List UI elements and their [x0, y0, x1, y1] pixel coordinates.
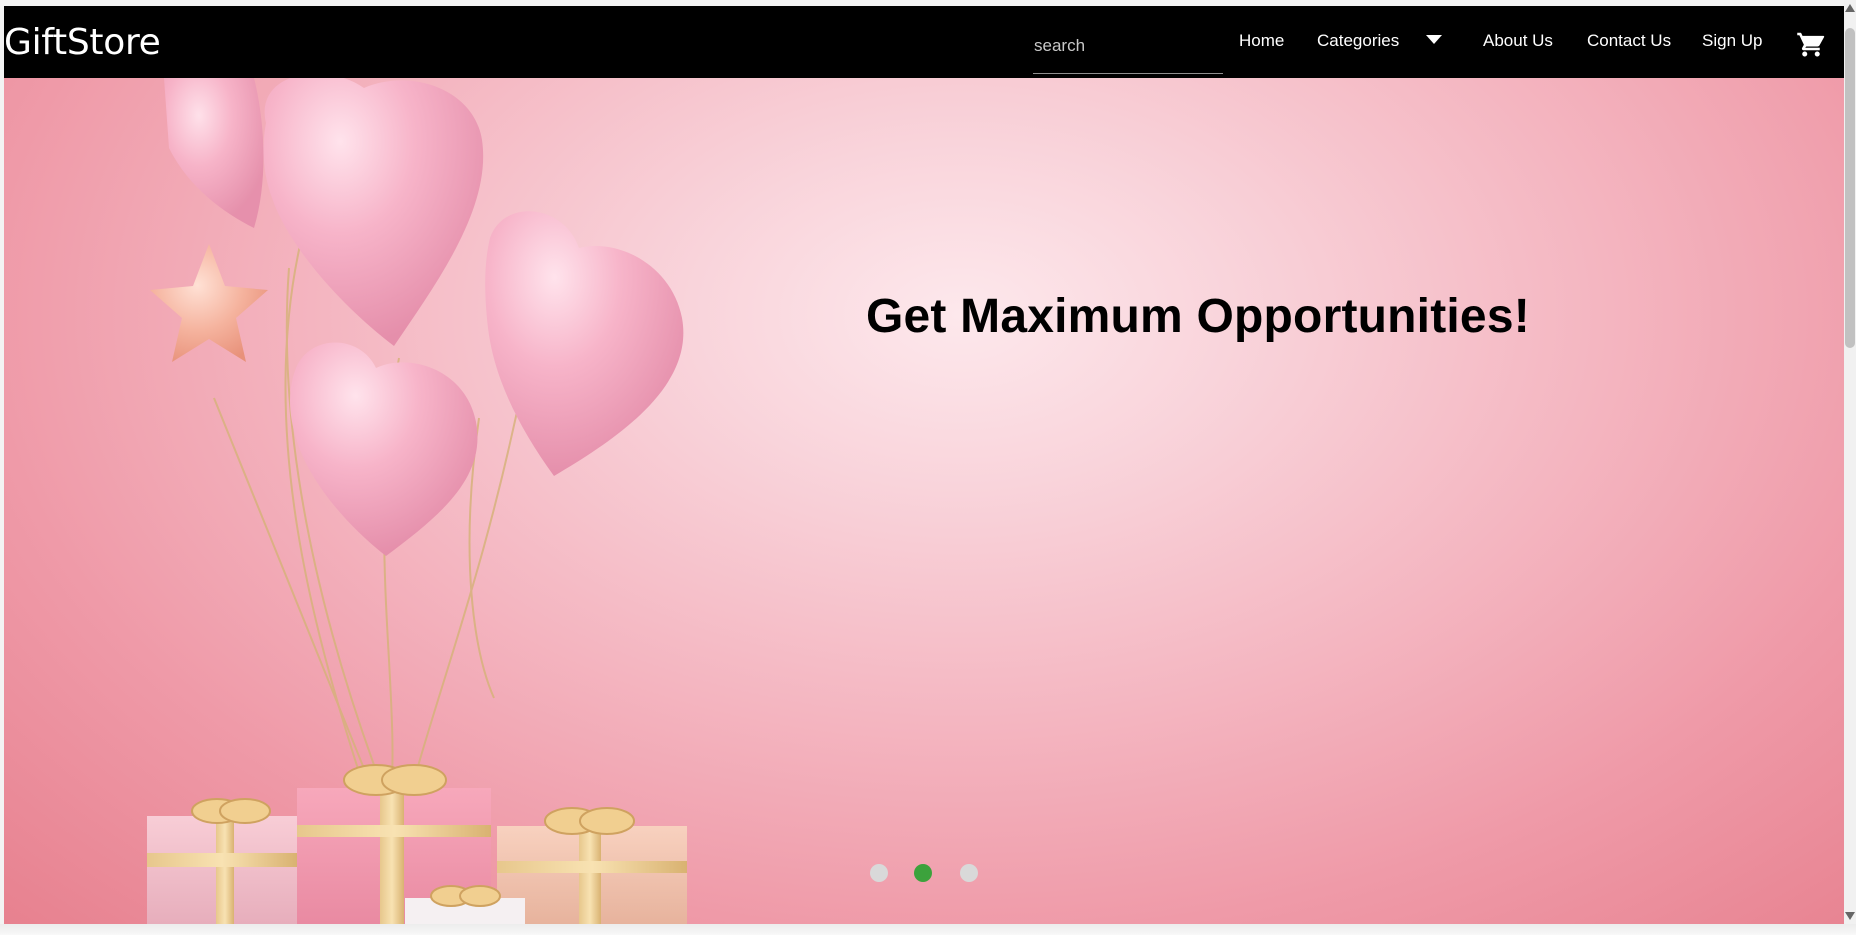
nav-home-link[interactable]: Home — [1239, 32, 1284, 49]
top-navbar: GiftStore Home Categories About Us Conta… — [4, 6, 1844, 78]
balloons-and-gifts-illustration — [147, 78, 687, 924]
nav-about-link[interactable]: About Us — [1483, 32, 1553, 49]
shopping-cart-icon[interactable] — [1796, 29, 1826, 59]
hero-title: Get Maximum Opportunities! — [866, 290, 1530, 343]
carousel-dot-3[interactable] — [960, 864, 978, 882]
nav-contact-link[interactable]: Contact Us — [1587, 32, 1671, 49]
carousel-dot-1[interactable] — [870, 864, 888, 882]
carousel-dot-2[interactable] — [914, 864, 932, 882]
scroll-down-icon[interactable] — [1845, 912, 1855, 920]
nav-categories-link[interactable]: Categories — [1317, 32, 1399, 49]
page-bottom-strip — [0, 924, 1856, 935]
nav-signup-link[interactable]: Sign Up — [1702, 32, 1762, 49]
scroll-up-icon[interactable] — [1845, 4, 1855, 12]
vertical-scrollbar[interactable] — [1844, 0, 1856, 924]
chevron-down-icon[interactable] — [1426, 35, 1442, 44]
scrollbar-thumb[interactable] — [1845, 28, 1855, 348]
search-field[interactable] — [1033, 24, 1223, 74]
brand-logo-text[interactable]: GiftStore — [4, 25, 161, 61]
gift-store-page: GiftStore Home Categories About Us Conta… — [0, 0, 1856, 935]
hero-carousel-slide: Get Maximum Opportunities! — [4, 78, 1844, 924]
search-input[interactable] — [1034, 34, 1216, 58]
